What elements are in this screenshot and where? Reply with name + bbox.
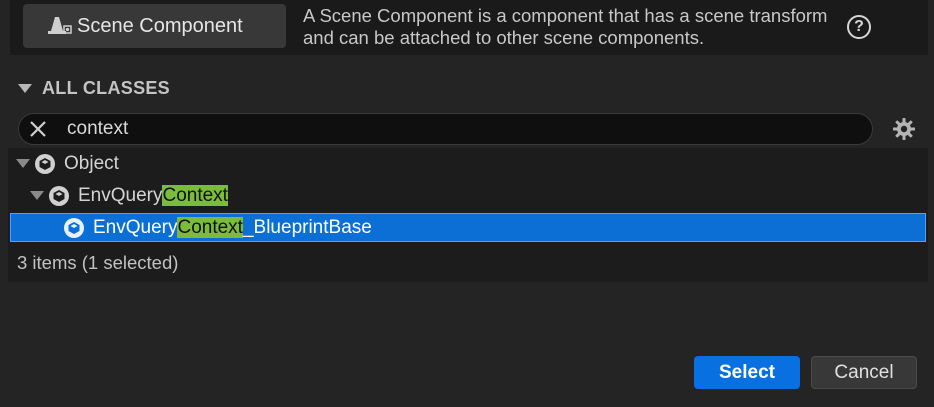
scene-component-label: Scene Component xyxy=(77,15,243,37)
section-title: ALL CLASSES xyxy=(42,77,170,98)
tree-row-object[interactable]: Object xyxy=(10,149,926,178)
class-icon xyxy=(49,185,69,206)
all-classes-header[interactable]: ALL CLASSES xyxy=(18,76,170,100)
class-search-box xyxy=(18,113,873,145)
tree-row-envquerycontext-blueprintbase[interactable]: EnvQueryContext_BlueprintBase xyxy=(10,213,926,242)
tree-row-envquerycontext[interactable]: EnvQueryContext xyxy=(10,181,926,210)
tree-item-label: EnvQueryContext_BlueprintBase xyxy=(93,216,372,238)
class-icon xyxy=(64,217,84,238)
status-text: 3 items (1 selected) xyxy=(17,252,179,273)
expand-arrow-icon[interactable] xyxy=(30,191,44,200)
tree-item-label: Object xyxy=(64,152,119,174)
class-icon xyxy=(35,153,55,174)
cancel-button[interactable]: Cancel xyxy=(811,356,917,389)
select-button[interactable]: Select xyxy=(694,356,800,389)
scene-component-button[interactable]: Scene Component xyxy=(23,4,286,48)
tree-item-label: EnvQueryContext xyxy=(78,184,228,206)
gear-icon[interactable] xyxy=(892,117,916,141)
class-description: A Scene Component is a component that ha… xyxy=(303,5,828,48)
search-input[interactable] xyxy=(67,117,857,141)
close-icon[interactable] xyxy=(29,120,47,138)
expand-arrow-icon[interactable] xyxy=(16,159,30,168)
help-icon[interactable]: ? xyxy=(847,15,871,39)
collapse-arrow-icon xyxy=(18,83,32,93)
scene-component-icon xyxy=(48,17,72,34)
